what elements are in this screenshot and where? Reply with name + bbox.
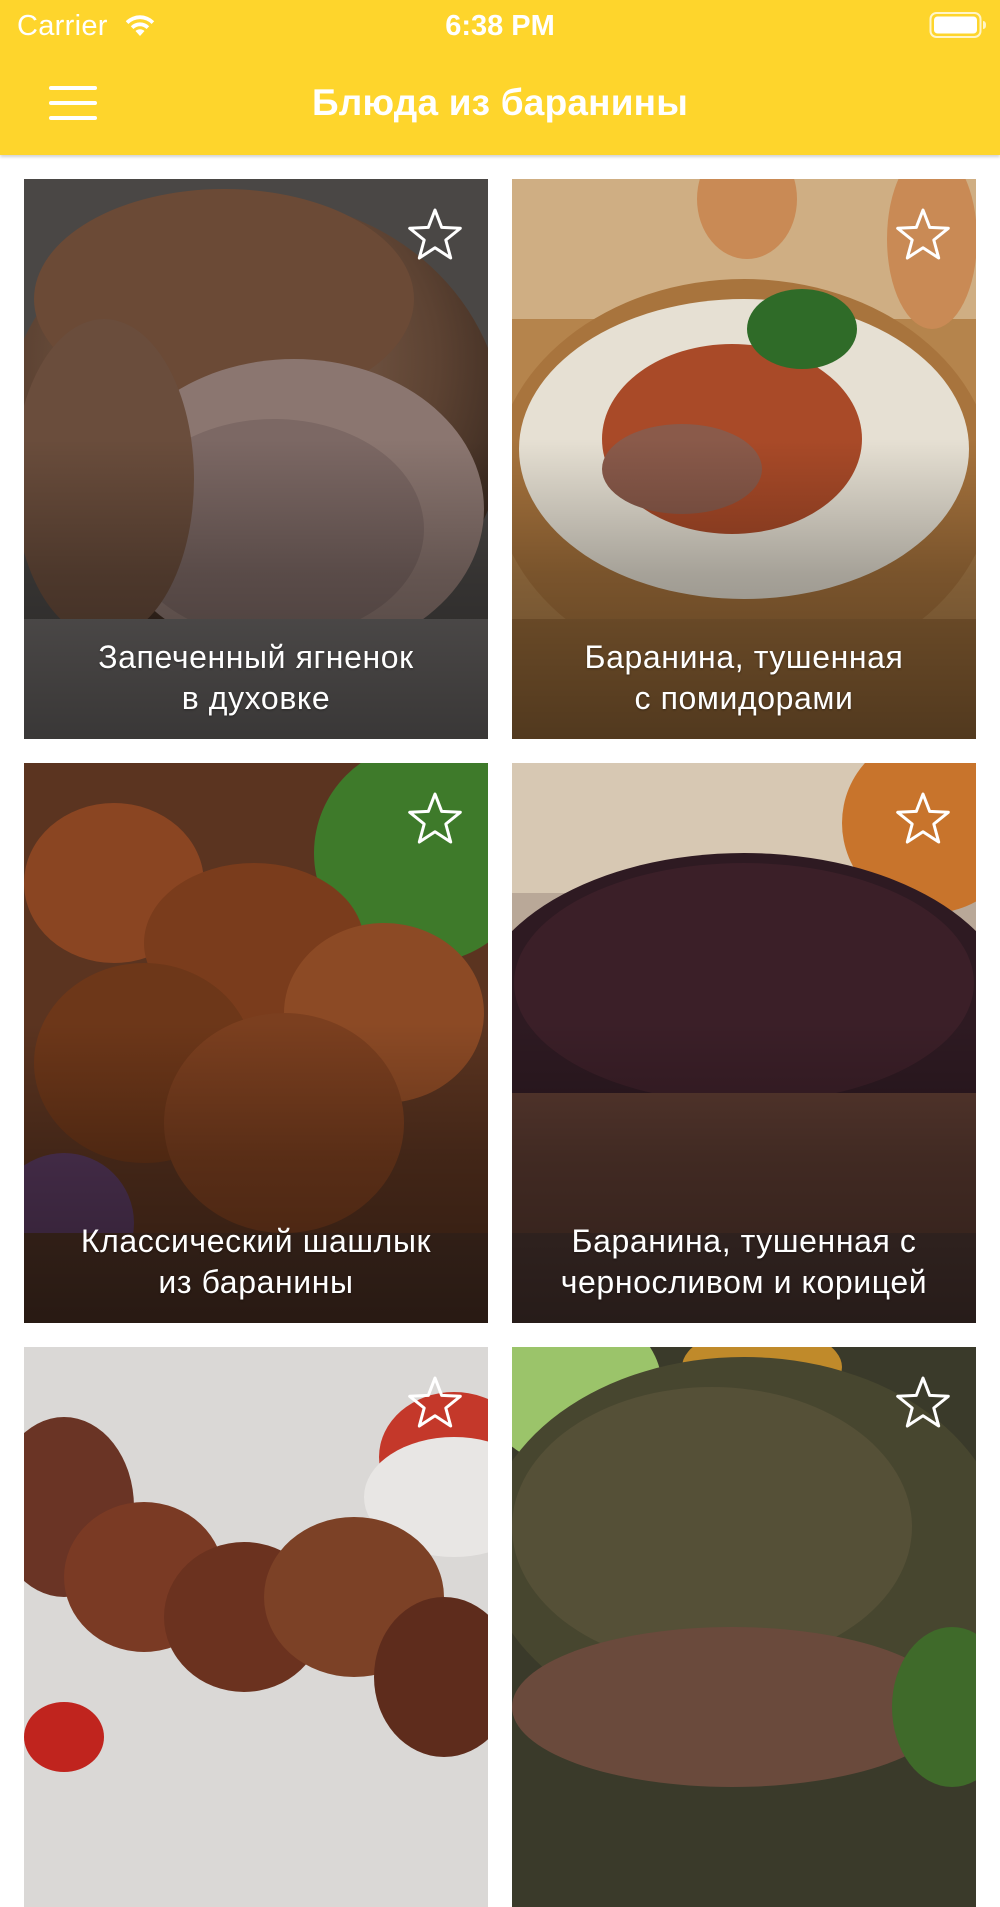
recipe-title: Классический шашлык из баранины bbox=[44, 1221, 468, 1303]
recipe-title: Баранина, тушенная с черносливом и кориц… bbox=[532, 1221, 956, 1303]
recipe-title-line1: Классический шашлык bbox=[80, 1223, 432, 1259]
recipe-title-line1: Баранина, тушенная bbox=[584, 639, 904, 675]
star-outline-icon[interactable] bbox=[406, 791, 464, 847]
recipe-card[interactable] bbox=[512, 1347, 976, 1907]
status-time: 6:38 PM bbox=[445, 10, 555, 42]
top-bar: Carrier 6:38 PM Блюда из баранины bbox=[0, 0, 1000, 155]
recipe-photo bbox=[512, 1347, 976, 1907]
page-title: Блюда из баранины bbox=[311, 82, 689, 123]
navigation-bar: Блюда из баранины bbox=[0, 52, 1000, 155]
star-outline-icon[interactable] bbox=[894, 791, 952, 847]
recipe-title-line2: черносливом и корицей bbox=[560, 1264, 928, 1300]
recipe-card[interactable]: Баранина, тушенная с помидорами bbox=[512, 179, 976, 739]
recipe-title-line2: в духовке bbox=[181, 680, 331, 716]
star-outline-icon[interactable] bbox=[406, 207, 464, 263]
star-outline-icon[interactable] bbox=[894, 1375, 952, 1431]
recipe-grid: Запеченный ягненок в духовке Баранина, т… bbox=[24, 179, 976, 1907]
battery-icon bbox=[929, 12, 986, 38]
recipe-title-line1: Запеченный ягненок bbox=[98, 639, 414, 675]
recipe-title-line1: Баранина, тушенная с bbox=[571, 1223, 917, 1259]
recipe-photo bbox=[24, 1347, 488, 1907]
recipe-title-line2: с помидорами bbox=[634, 680, 854, 716]
recipe-card[interactable]: Запеченный ягненок в духовке bbox=[24, 179, 488, 739]
star-outline-icon[interactable] bbox=[894, 207, 952, 263]
recipe-card[interactable]: Баранина, тушенная с черносливом и кориц… bbox=[512, 763, 976, 1323]
recipe-card[interactable] bbox=[24, 1347, 488, 1907]
recipe-card[interactable]: Классический шашлык из баранины bbox=[24, 763, 488, 1323]
star-outline-icon[interactable] bbox=[406, 1375, 464, 1431]
status-bar: Carrier 6:38 PM bbox=[0, 0, 1000, 52]
recipe-title: Запеченный ягненок в духовке bbox=[44, 637, 468, 719]
recipe-title-line2: из баранины bbox=[158, 1264, 354, 1300]
recipe-title: Баранина, тушенная с помидорами bbox=[532, 637, 956, 719]
